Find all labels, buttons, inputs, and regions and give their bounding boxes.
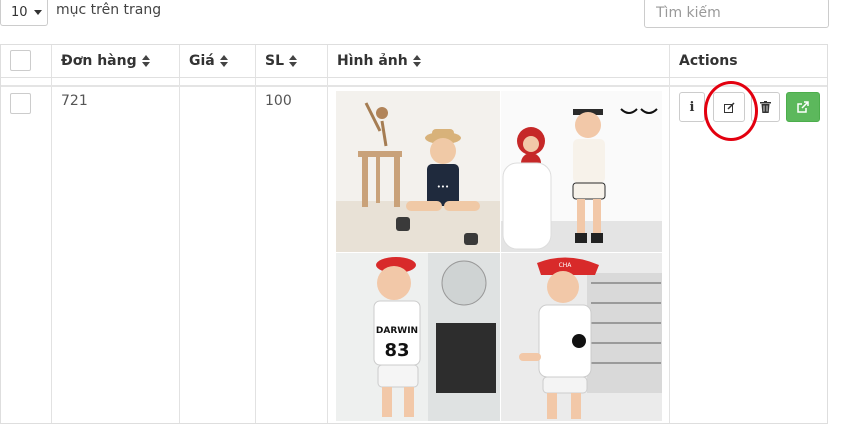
column-divider [255, 45, 256, 423]
column-divider [179, 45, 180, 423]
column-header-label: Hình ảnh [337, 53, 408, 69]
info-icon: i [689, 99, 695, 115]
svg-text:DARWIN: DARWIN [376, 326, 418, 336]
header-divider [1, 77, 827, 78]
sort-icon [141, 55, 150, 67]
column-divider [669, 45, 670, 423]
column-header-price[interactable]: Giá [189, 45, 228, 77]
column-divider [51, 45, 52, 423]
svg-text:CHA: CHA [559, 262, 573, 269]
product-photo: DARWIN 83 [336, 253, 500, 421]
highlight-circle [704, 81, 758, 141]
column-header-label: Actions [679, 53, 738, 69]
page-length-select[interactable]: 10 [0, 0, 48, 26]
column-divider [327, 45, 328, 423]
info-button[interactable]: i [679, 92, 705, 122]
external-link-icon [797, 101, 809, 113]
select-all-checkbox[interactable] [10, 50, 31, 71]
chevron-down-icon [33, 9, 42, 15]
sort-icon [412, 55, 421, 67]
orders-table: Đơn hàng Giá SL Hình ảnh Actions 721 100 [0, 44, 828, 424]
trash-icon [760, 101, 771, 113]
svg-text:•••: ••• [437, 183, 449, 191]
column-header-image[interactable]: Hình ảnh [337, 45, 421, 77]
product-photo [501, 91, 662, 252]
column-header-order[interactable]: Đơn hàng [61, 45, 150, 77]
product-photo: ••• [336, 91, 500, 252]
sort-icon [289, 55, 298, 67]
header-divider [1, 85, 827, 87]
open-link-button[interactable] [786, 92, 820, 122]
page-length-label: mục trên trang [56, 2, 162, 18]
row-checkbox[interactable] [10, 93, 31, 114]
page-length-value: 10 [11, 4, 28, 20]
svg-text:83: 83 [384, 340, 409, 361]
qty-cell: 100 [265, 93, 292, 109]
column-header-label: Đơn hàng [61, 53, 137, 69]
column-header-actions: Actions [679, 45, 738, 77]
product-photo: CHA [501, 253, 662, 421]
search-input[interactable] [644, 0, 829, 28]
column-header-qty[interactable]: SL [265, 45, 298, 77]
column-header-label: SL [265, 53, 285, 69]
product-image: ••• DARWIN 83 CHA [336, 91, 662, 421]
order-cell: 721 [61, 93, 88, 109]
sort-icon [219, 55, 228, 67]
column-header-label: Giá [189, 53, 215, 69]
